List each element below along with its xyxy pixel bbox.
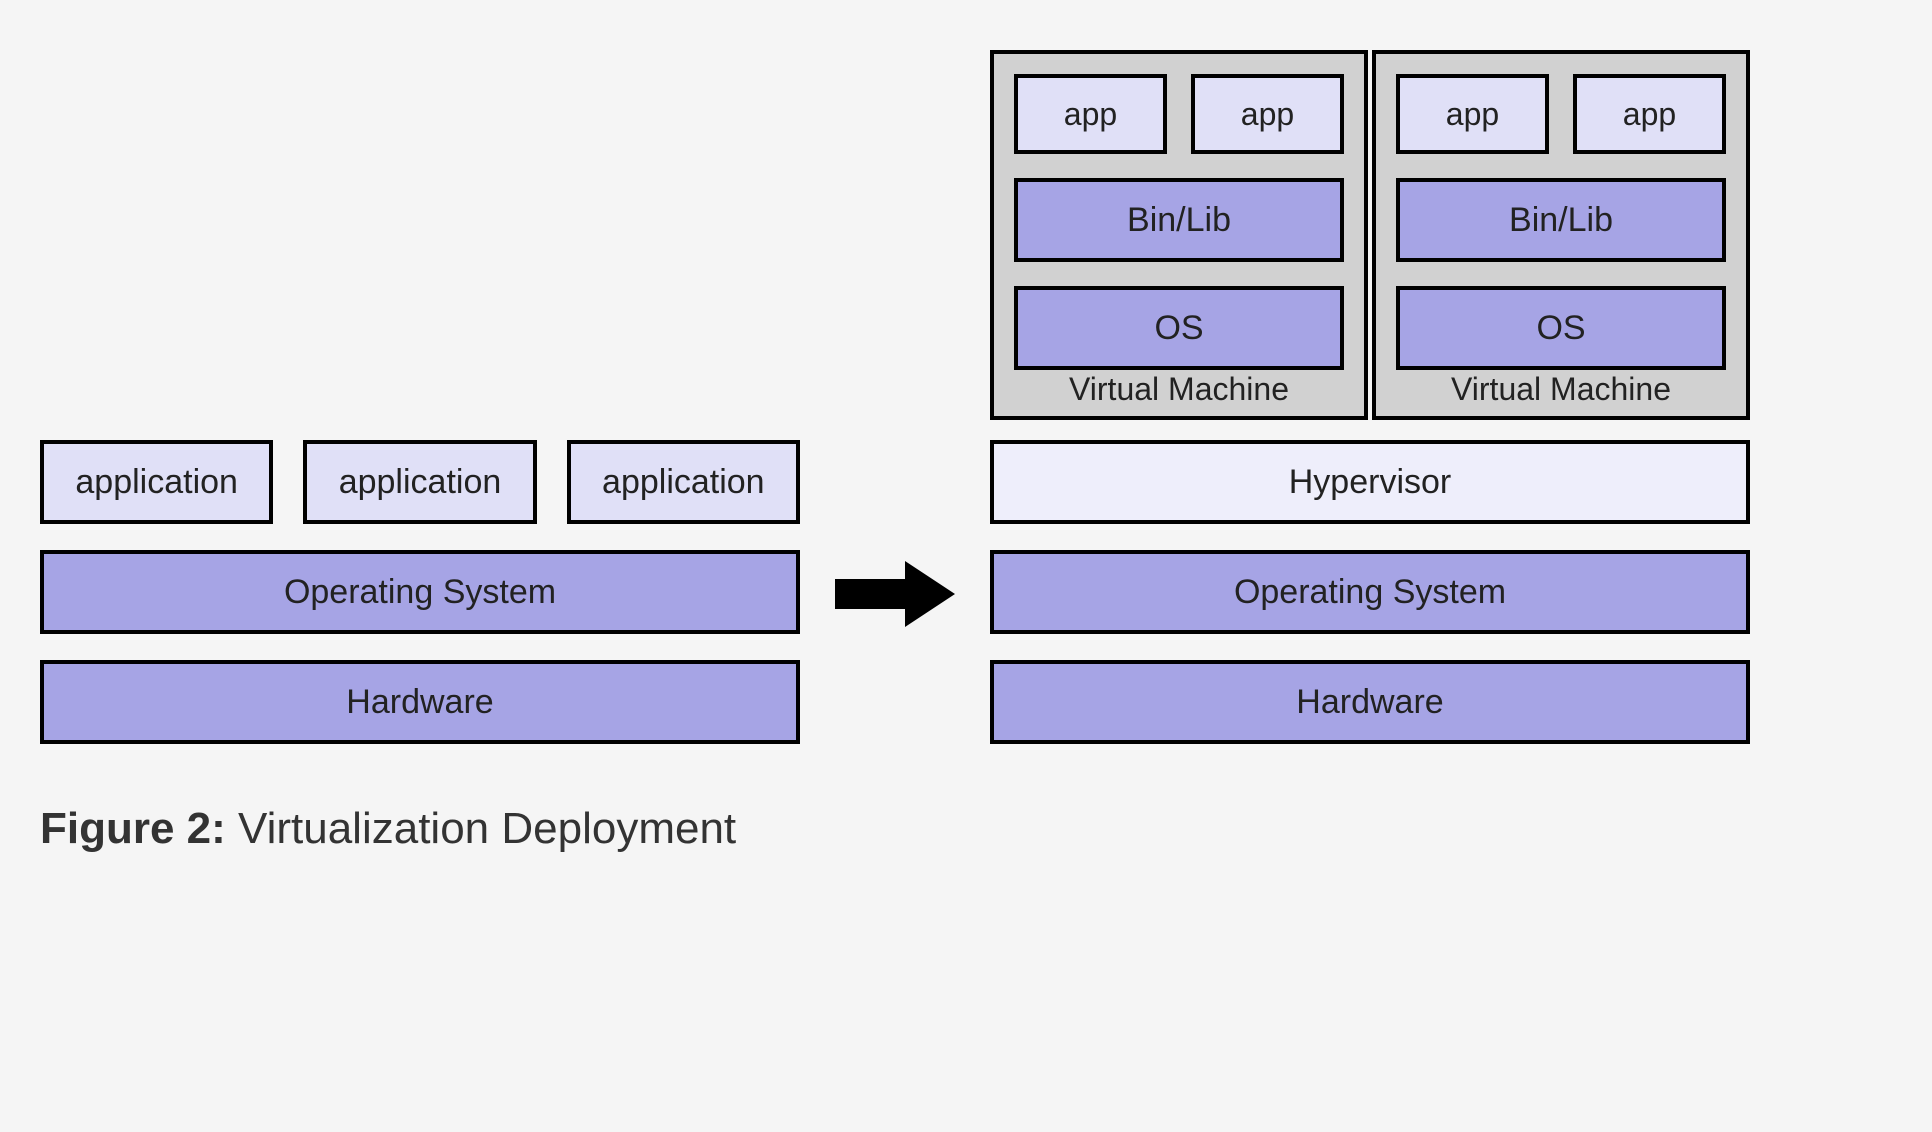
- vm-app-box: app: [1191, 74, 1344, 154]
- app-box: application: [40, 440, 273, 524]
- vm-app-box: app: [1014, 74, 1167, 154]
- vm-app-box: app: [1396, 74, 1549, 154]
- apps-row-left: application application application: [40, 440, 800, 524]
- hypervisor-box: Hypervisor: [990, 440, 1750, 524]
- hardware-box-left: Hardware: [40, 660, 800, 744]
- caption-text: Virtualization Deployment: [226, 804, 736, 853]
- vm-os-box: OS: [1396, 286, 1726, 370]
- vm-row: app app Bin/Lib OS Virtual Machine app a…: [990, 50, 1750, 420]
- figure-caption: Figure 2: Virtualization Deployment: [40, 804, 1892, 854]
- virtual-machine: app app Bin/Lib OS Virtual Machine: [1372, 50, 1750, 420]
- vm-binlib-box: Bin/Lib: [1396, 178, 1726, 262]
- arrow-right-icon: [835, 559, 955, 629]
- os-box-right: Operating System: [990, 550, 1750, 634]
- vm-apps-row: app app: [1014, 74, 1344, 154]
- vm-os-box: OS: [1014, 286, 1344, 370]
- transition-arrow-column: [830, 559, 960, 744]
- vm-label: Virtual Machine: [994, 371, 1364, 408]
- vm-app-box: app: [1573, 74, 1726, 154]
- virtual-machine: app app Bin/Lib OS Virtual Machine: [990, 50, 1368, 420]
- app-box: application: [303, 440, 536, 524]
- vm-binlib-box: Bin/Lib: [1014, 178, 1344, 262]
- vm-apps-row: app app: [1396, 74, 1726, 154]
- virtualization-stack: app app Bin/Lib OS Virtual Machine app a…: [990, 50, 1750, 744]
- app-box: application: [567, 440, 800, 524]
- os-box-left: Operating System: [40, 550, 800, 634]
- caption-prefix: Figure 2:: [40, 804, 226, 853]
- diagram-area: application application application Oper…: [40, 50, 1892, 744]
- hardware-box-right: Hardware: [990, 660, 1750, 744]
- vm-label: Virtual Machine: [1376, 371, 1746, 408]
- traditional-stack: application application application Oper…: [40, 440, 800, 744]
